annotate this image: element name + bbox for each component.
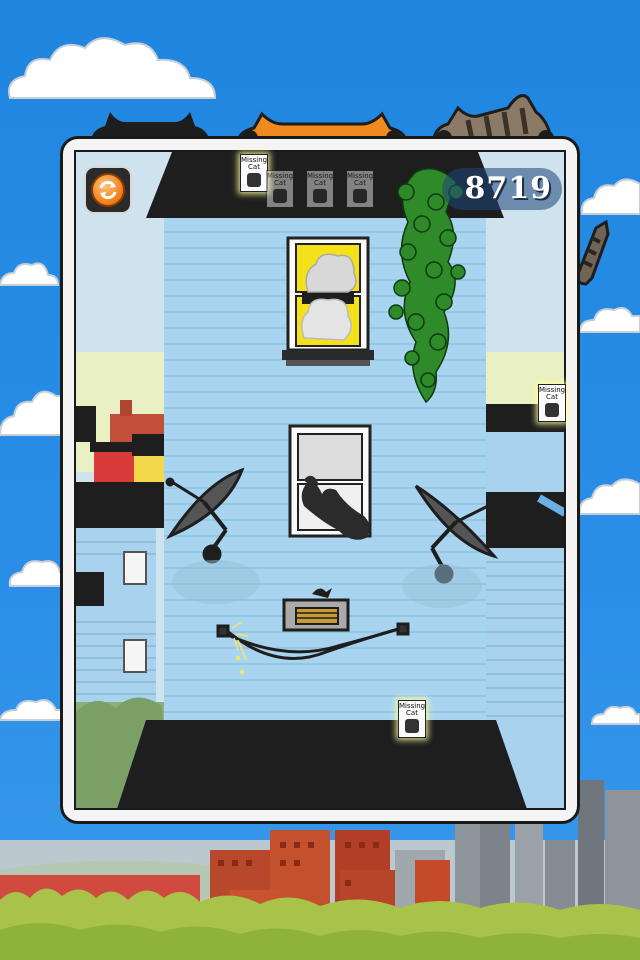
cat-icon <box>247 173 261 187</box>
cat-icon <box>353 189 367 203</box>
poster-label: Missing Cat <box>539 386 566 401</box>
missing-cat-poster-slot: Missing Cat <box>266 170 294 208</box>
missing-cat-poster-slot: Missing Cat <box>346 170 374 208</box>
refresh-icon <box>91 173 125 207</box>
missing-cat-poster-slot: Missing Cat <box>306 170 334 208</box>
cloud <box>8 37 217 99</box>
score-display: 8719 <box>464 171 552 206</box>
cloud <box>578 307 640 333</box>
poster-label: Missing Cat <box>347 172 374 187</box>
cloud <box>590 705 640 725</box>
cloud <box>0 262 60 286</box>
window-lit <box>282 236 374 366</box>
cat-icon <box>405 719 419 733</box>
building-base <box>117 720 527 808</box>
cloud <box>0 390 66 436</box>
window-with-cat <box>288 424 372 540</box>
poster-label: Missing Cat <box>307 172 334 187</box>
cloud <box>578 478 640 515</box>
cat-icon <box>313 189 327 203</box>
game-scene <box>74 150 566 810</box>
cat-icon <box>273 189 287 203</box>
cloud <box>580 178 640 215</box>
cloud <box>8 560 66 587</box>
building-scene <box>76 152 564 808</box>
missing-cat-poster-right[interactable]: Missing Cat <box>538 384 566 422</box>
poster-label: Missing Cat <box>399 702 426 717</box>
refresh-button[interactable] <box>84 166 132 214</box>
poster-label: Missing Cat <box>241 156 268 171</box>
missing-cat-poster-collected[interactable]: Missing Cat <box>240 154 268 192</box>
missing-cat-poster-bottom[interactable]: Missing Cat <box>398 700 426 738</box>
cat-icon <box>545 403 559 417</box>
poster-label: Missing Cat <box>267 172 294 187</box>
